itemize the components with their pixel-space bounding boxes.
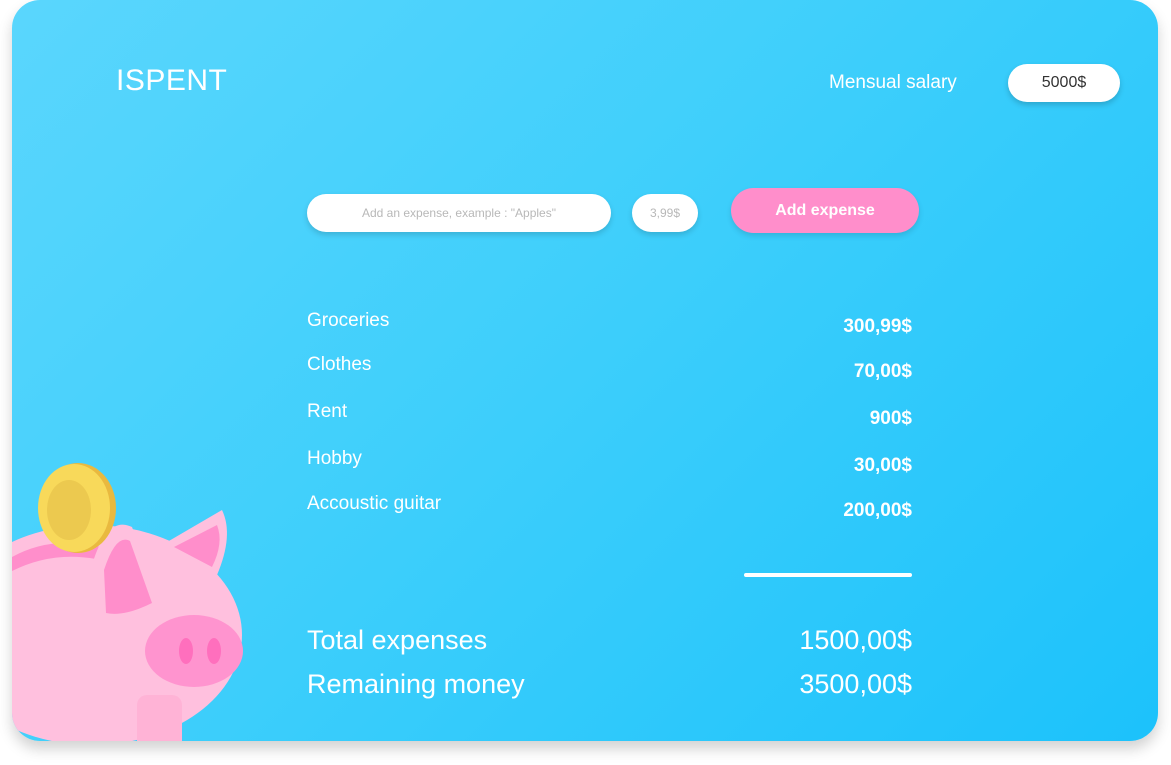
add-expense-button[interactable]: Add expense xyxy=(731,188,919,233)
coin-icon xyxy=(38,463,116,553)
expense-amount-clothes: 70,00$ xyxy=(853,361,912,382)
expense-amount-hobby: 30,00$ xyxy=(853,455,912,476)
salary-field[interactable]: 5000$ xyxy=(1008,64,1120,102)
expense-amount-guitar: 200,00$ xyxy=(843,500,912,521)
expense-amount-groceries: 300,99$ xyxy=(843,316,912,337)
expense-name-groceries: Groceries xyxy=(307,310,390,331)
totals-divider xyxy=(744,573,912,577)
remaining-money-label: Remaining money xyxy=(307,669,525,699)
expense-amount-input[interactable] xyxy=(632,194,698,232)
expense-name-input[interactable] xyxy=(307,194,611,232)
total-expenses-value: 1500,00$ xyxy=(799,625,912,655)
salary-label: Mensual salary xyxy=(829,72,957,93)
expense-name-hobby: Hobby xyxy=(307,448,362,469)
total-expenses-label: Total expenses xyxy=(307,625,488,655)
app-logo: ISPENT xyxy=(116,64,228,97)
expense-name-guitar: Accoustic guitar xyxy=(307,493,442,514)
expense-name-rent: Rent xyxy=(307,401,348,422)
salary-value: 5000$ xyxy=(1041,74,1087,91)
app-card: ISPENT Mensual salary 5000$ Add expense … xyxy=(12,0,1158,741)
remaining-money-value: 3500,00$ xyxy=(799,669,912,699)
expense-amount-rent: 900$ xyxy=(869,408,912,429)
expense-name-clothes: Clothes xyxy=(307,354,372,375)
